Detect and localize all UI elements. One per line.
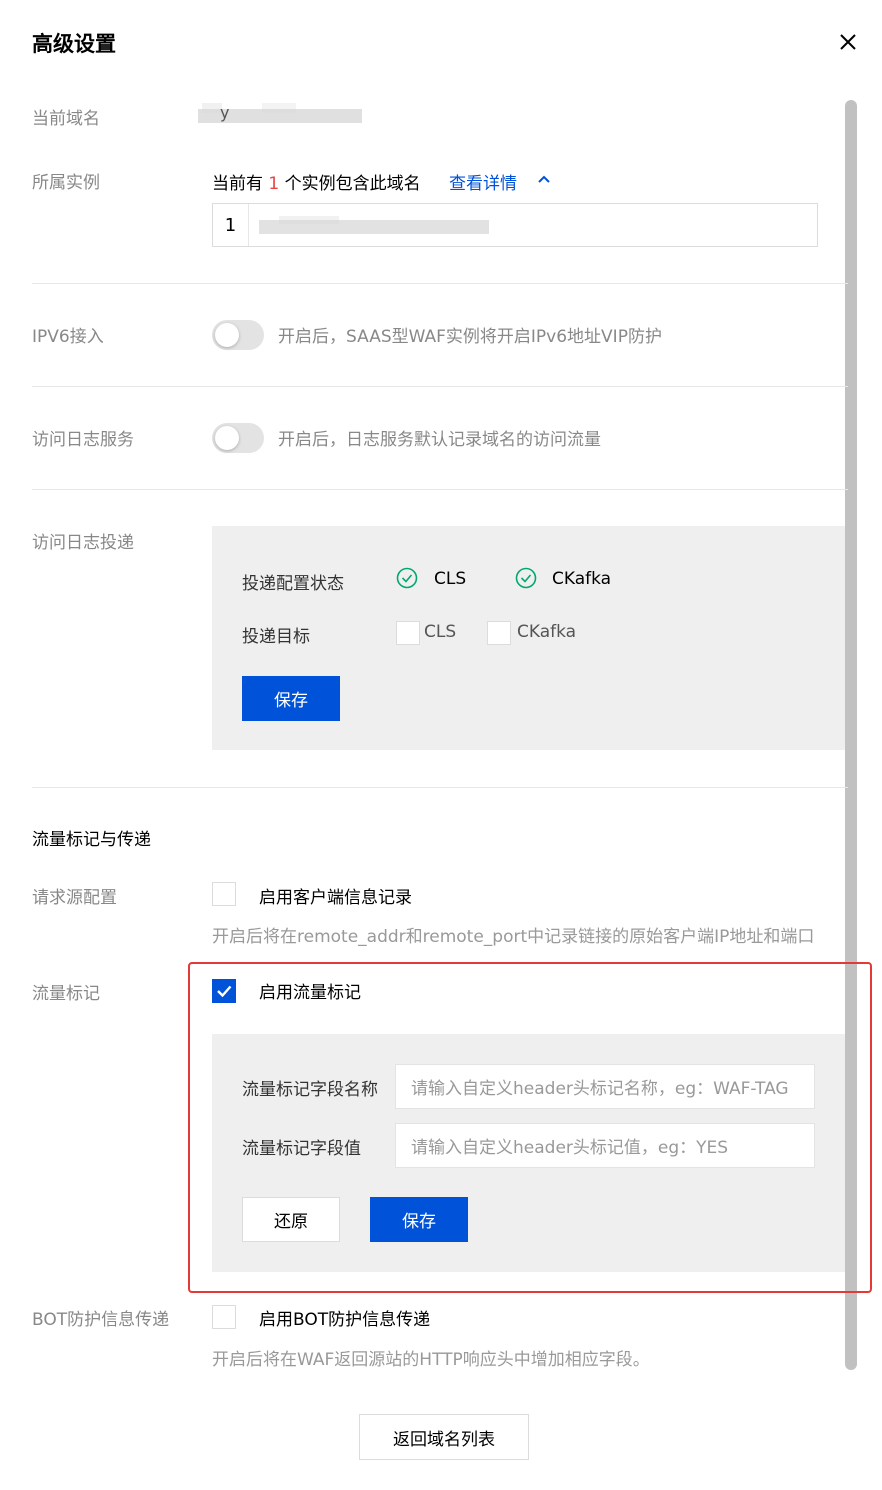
field-value-input[interactable]: 请输入自定义header头标记值，eg：YES: [395, 1123, 815, 1168]
divider: [32, 386, 848, 387]
delivery-status-label: 投递配置状态: [242, 574, 344, 594]
traffic-mark-panel: 流量标记字段名称 请输入自定义header头标记名称，eg：WAF-TAG 流量…: [212, 1034, 845, 1272]
instance-count: 1: [268, 174, 280, 194]
log-delivery-label: 访问日志投递: [32, 533, 134, 553]
divider: [32, 489, 848, 490]
domain-value-blurred: y: [198, 103, 362, 123]
client-info-checkbox-label: 启用客户端信息记录: [259, 888, 412, 908]
check-circle-icon: [396, 567, 418, 589]
traffic-mark-save-button[interactable]: 保存: [370, 1197, 468, 1242]
bot-label: BOT防护信息传递: [32, 1310, 170, 1330]
log-delivery-save-button[interactable]: 保存: [242, 676, 340, 721]
field-name-input[interactable]: 请输入自定义header头标记名称，eg：WAF-TAG: [395, 1064, 815, 1109]
traffic-section-heading: 流量标记与传递: [32, 830, 151, 850]
request-source-label: 请求源配置: [32, 888, 117, 908]
traffic-mark-label: 流量标记: [32, 984, 100, 1004]
field-name-label: 流量标记字段名称: [242, 1080, 378, 1100]
request-source-description: 开启后将在remote_addr和remote_port中记录链接的原始客户端I…: [212, 927, 815, 947]
ipv6-toggle[interactable]: [212, 320, 264, 350]
view-details-link[interactable]: 查看详情: [449, 169, 517, 194]
divider: [32, 787, 848, 788]
target-ckafka-label: CKafka: [517, 622, 577, 642]
bot-checkbox-label: 启用BOT防护信息传递: [259, 1310, 431, 1330]
access-log-description: 开启后，日志服务默认记录域名的访问流量: [278, 430, 601, 450]
instance-prefix: 当前有: [212, 174, 263, 194]
check-circle-icon: [515, 567, 537, 589]
log-delivery-panel: 投递配置状态 CLS CKafka 投递目标 CLS CKafka 保存: [212, 526, 845, 750]
target-ckafka-checkbox[interactable]: [487, 621, 511, 645]
target-cls-checkbox[interactable]: [396, 621, 420, 645]
delivery-target-label: 投递目标: [242, 627, 310, 647]
instance-summary: 当前有 1 个实例包含此域名: [212, 169, 421, 194]
traffic-mark-checkbox-label: 启用流量标记: [259, 983, 361, 1003]
ipv6-description: 开启后，SAAS型WAF实例将开启IPv6地址VIP防护: [278, 327, 662, 347]
chevron-up-icon: [538, 175, 550, 183]
domain-value-char: y: [220, 103, 230, 122]
checkmark-icon: [217, 985, 232, 998]
access-log-toggle[interactable]: [212, 423, 264, 453]
reset-button[interactable]: 还原: [242, 1197, 340, 1242]
access-log-label: 访问日志服务: [32, 430, 134, 450]
instance-list: 1: [212, 203, 818, 247]
dialog-title: 高级设置: [32, 32, 116, 56]
close-button[interactable]: [836, 30, 860, 54]
instance-name-blurred: [259, 216, 489, 236]
client-info-checkbox[interactable]: [212, 882, 236, 906]
instance-suffix: 个实例包含此域名: [284, 174, 421, 194]
status-ckafka: CKafka: [552, 569, 612, 589]
chevron-up-button[interactable]: [536, 172, 552, 188]
scrollbar-thumb[interactable]: [845, 100, 857, 1370]
ipv6-label: IPV6接入: [32, 327, 104, 347]
bot-description: 开启后将在WAF返回源站的HTTP响应头中增加相应字段。: [212, 1350, 650, 1370]
field-value-label: 流量标记字段值: [242, 1139, 361, 1159]
target-cls-label: CLS: [424, 622, 457, 642]
back-to-domain-list-button[interactable]: 返回域名列表: [359, 1414, 529, 1460]
status-cls: CLS: [434, 569, 467, 589]
traffic-mark-checkbox[interactable]: [212, 979, 236, 1003]
close-icon: [840, 34, 856, 50]
bot-info-checkbox[interactable]: [212, 1305, 236, 1329]
domain-label: 当前域名: [32, 109, 100, 129]
instance-label: 所属实例: [32, 173, 100, 193]
instance-row-index: 1: [213, 204, 249, 246]
divider: [32, 283, 848, 284]
